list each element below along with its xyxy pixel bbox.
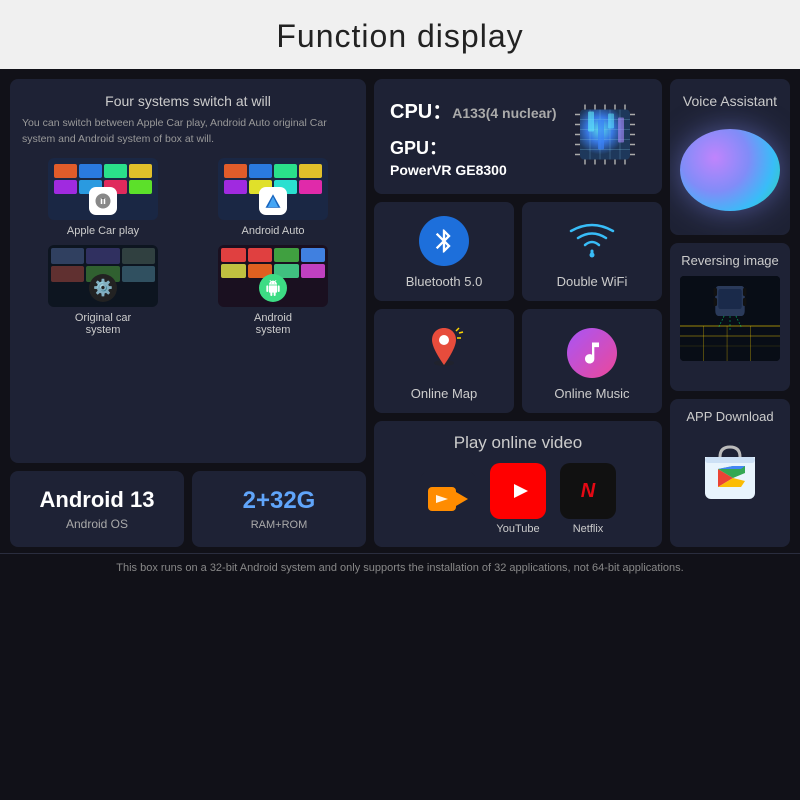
netflix-icon: N [560, 463, 616, 519]
android-os-label: Android OS [66, 517, 128, 531]
voice-assistant-title: Voice Assistant [683, 93, 777, 109]
google-play-icon [690, 432, 770, 512]
page-title: Function display [0, 0, 800, 69]
bt-wifi-row: Bluetooth 5.0 Double WiFi [374, 202, 662, 301]
col3: Voice Assistant Reversing image [670, 79, 790, 547]
online-music-card: Online Music [522, 309, 662, 413]
netflix-label: Netflix [573, 523, 604, 535]
music-icon [567, 328, 617, 378]
four-systems-card: Four systems switch at will You can swit… [10, 79, 366, 463]
play-video-title: Play online video [386, 433, 650, 453]
reversing-title: Reversing image [680, 253, 780, 268]
online-music-label: Online Music [554, 386, 629, 401]
netflix-app: N Netflix [560, 463, 616, 535]
map-music-row: Online Map Online Music [374, 309, 662, 413]
reversing-display [680, 276, 780, 361]
online-map-card: Online Map [374, 309, 514, 413]
four-systems-desc: You can switch between Apple Car play, A… [22, 116, 354, 148]
carplay-icon [89, 187, 117, 215]
wifi-card: Double WiFi [522, 202, 662, 301]
bottom-specs-row: Android 13 Android OS 2+32G RAM+ROM [10, 471, 366, 547]
cpu-chip-visual [560, 89, 650, 184]
ram-card: 2+32G RAM+ROM [192, 471, 366, 547]
bluetooth-card: Bluetooth 5.0 [374, 202, 514, 301]
app-download-card: APP Download [670, 399, 790, 547]
bluetooth-label: Bluetooth 5.0 [406, 274, 483, 289]
android-system-screen [218, 245, 328, 307]
youtube-label: YouTube [496, 523, 539, 535]
android-os-card: Android 13 Android OS [10, 471, 184, 547]
gear-icon: ⚙️ [89, 274, 117, 302]
android-icon [259, 274, 287, 302]
youtube-icon [490, 463, 546, 519]
system-original-car: ⚙️ Original carsystem [22, 245, 184, 336]
system-carplay: Apple Car play [22, 158, 184, 237]
online-map-label: Online Map [411, 386, 477, 401]
video-apps-row: YouTube N Netflix [386, 463, 650, 535]
android-auto-label: Android Auto [242, 225, 305, 237]
page-wrapper: Function display Four systems switch at … [0, 0, 800, 800]
play-video-card: Play online video [374, 421, 662, 547]
wifi-icon [567, 221, 617, 266]
car-system-label: Original carsystem [75, 312, 131, 336]
four-systems-title: Four systems switch at will [22, 93, 354, 109]
carplay-screen [48, 158, 158, 220]
ram-label: RAM+ROM [251, 519, 308, 531]
footer-note: This box runs on a 32-bit Android system… [0, 553, 800, 582]
carplay-label: Apple Car play [67, 225, 139, 237]
systems-grid: Apple Car play [22, 158, 354, 336]
bluetooth-icon [419, 216, 469, 266]
wifi-label: Double WiFi [557, 274, 628, 289]
voice-assistant-card: Voice Assistant [670, 79, 790, 235]
android-system-label: Androidsystem [254, 312, 292, 336]
map-icon [419, 323, 469, 378]
android-auto-screen [218, 158, 328, 220]
video-player-icon [420, 471, 476, 527]
app-download-title: APP Download [686, 409, 773, 424]
col1: Four systems switch at will You can swit… [10, 79, 366, 547]
siri-orb [680, 129, 780, 211]
youtube-app: YouTube [490, 463, 546, 535]
cpu-card: CPU：A133(4 nuclear) GPU： PowerVR GE8300 [374, 79, 662, 194]
car-system-screen: ⚙️ [48, 245, 158, 307]
system-android-auto: Android Auto [192, 158, 354, 237]
android-version: Android 13 [40, 487, 155, 513]
cpu-model: A133(4 nuclear) [452, 105, 556, 121]
ram-value: 2+32G [243, 487, 316, 515]
system-android: Androidsystem [192, 245, 354, 336]
video-player-app [420, 471, 476, 527]
col2: CPU：A133(4 nuclear) GPU： PowerVR GE8300 [374, 79, 662, 547]
android-auto-icon [259, 187, 287, 215]
reversing-image-card: Reversing image [670, 243, 790, 391]
